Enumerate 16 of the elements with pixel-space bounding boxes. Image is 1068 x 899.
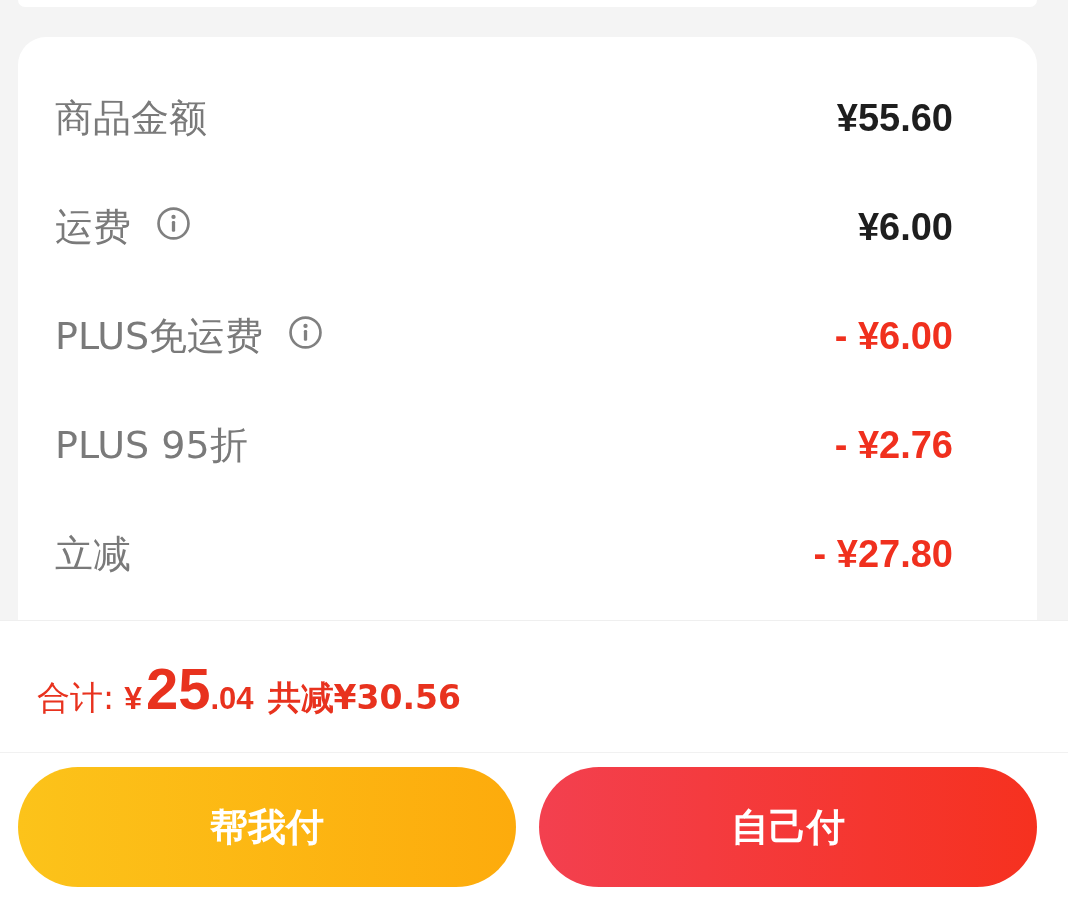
info-icon[interactable] xyxy=(289,316,323,349)
row-label: 商品金额 xyxy=(55,95,207,142)
row-amount: - ¥2.76 xyxy=(834,424,953,467)
row-amount: - ¥6.00 xyxy=(834,315,953,358)
total-savings: 共减¥30.56 xyxy=(267,677,461,719)
row-label: 立减 xyxy=(55,531,131,578)
row-label: PLUS免运费 xyxy=(55,313,264,360)
row-amount: ¥6.00 xyxy=(857,206,953,249)
info-icon[interactable] xyxy=(157,207,190,240)
pay-button[interactable]: 自己付 xyxy=(539,767,1037,887)
row-amount: - ¥27.80 xyxy=(813,533,953,576)
row-label: 运费 xyxy=(55,204,131,251)
row-amount: ¥55.60 xyxy=(836,97,953,140)
row-label: PLUS 95折 xyxy=(55,422,248,469)
total-label: 合计: xyxy=(37,677,115,719)
total-amount: ¥25.04 xyxy=(124,655,254,722)
